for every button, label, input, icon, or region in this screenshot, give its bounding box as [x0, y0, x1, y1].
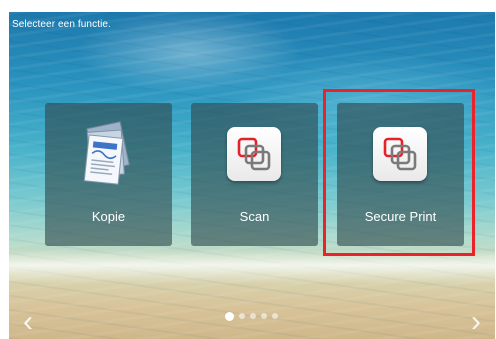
page-title: Selecteer een functie.: [12, 19, 111, 30]
screen: Selecteer een functie. Kopie Scan Secure…: [9, 12, 495, 339]
tile-scan[interactable]: Scan: [191, 103, 318, 246]
tile-kopie-label: Kopie: [91, 209, 126, 224]
page-dot[interactable]: [272, 313, 278, 319]
prev-page-arrow-icon[interactable]: ‹: [23, 307, 33, 337]
next-page-arrow-icon[interactable]: ›: [471, 307, 481, 337]
tile-kopie[interactable]: Kopie: [45, 103, 172, 246]
copy-documents-icon: [83, 121, 130, 185]
tile-scan-label: Scan: [239, 209, 270, 224]
scan-app-icon: [227, 127, 281, 181]
overlapping-squares-icon: [237, 137, 271, 171]
highlight-box: [323, 89, 475, 256]
page-dot[interactable]: [250, 313, 256, 319]
page-dot[interactable]: [239, 313, 245, 319]
page-dot[interactable]: [261, 313, 267, 319]
page-indicator: [225, 311, 278, 321]
page-dot-active[interactable]: [225, 311, 234, 321]
